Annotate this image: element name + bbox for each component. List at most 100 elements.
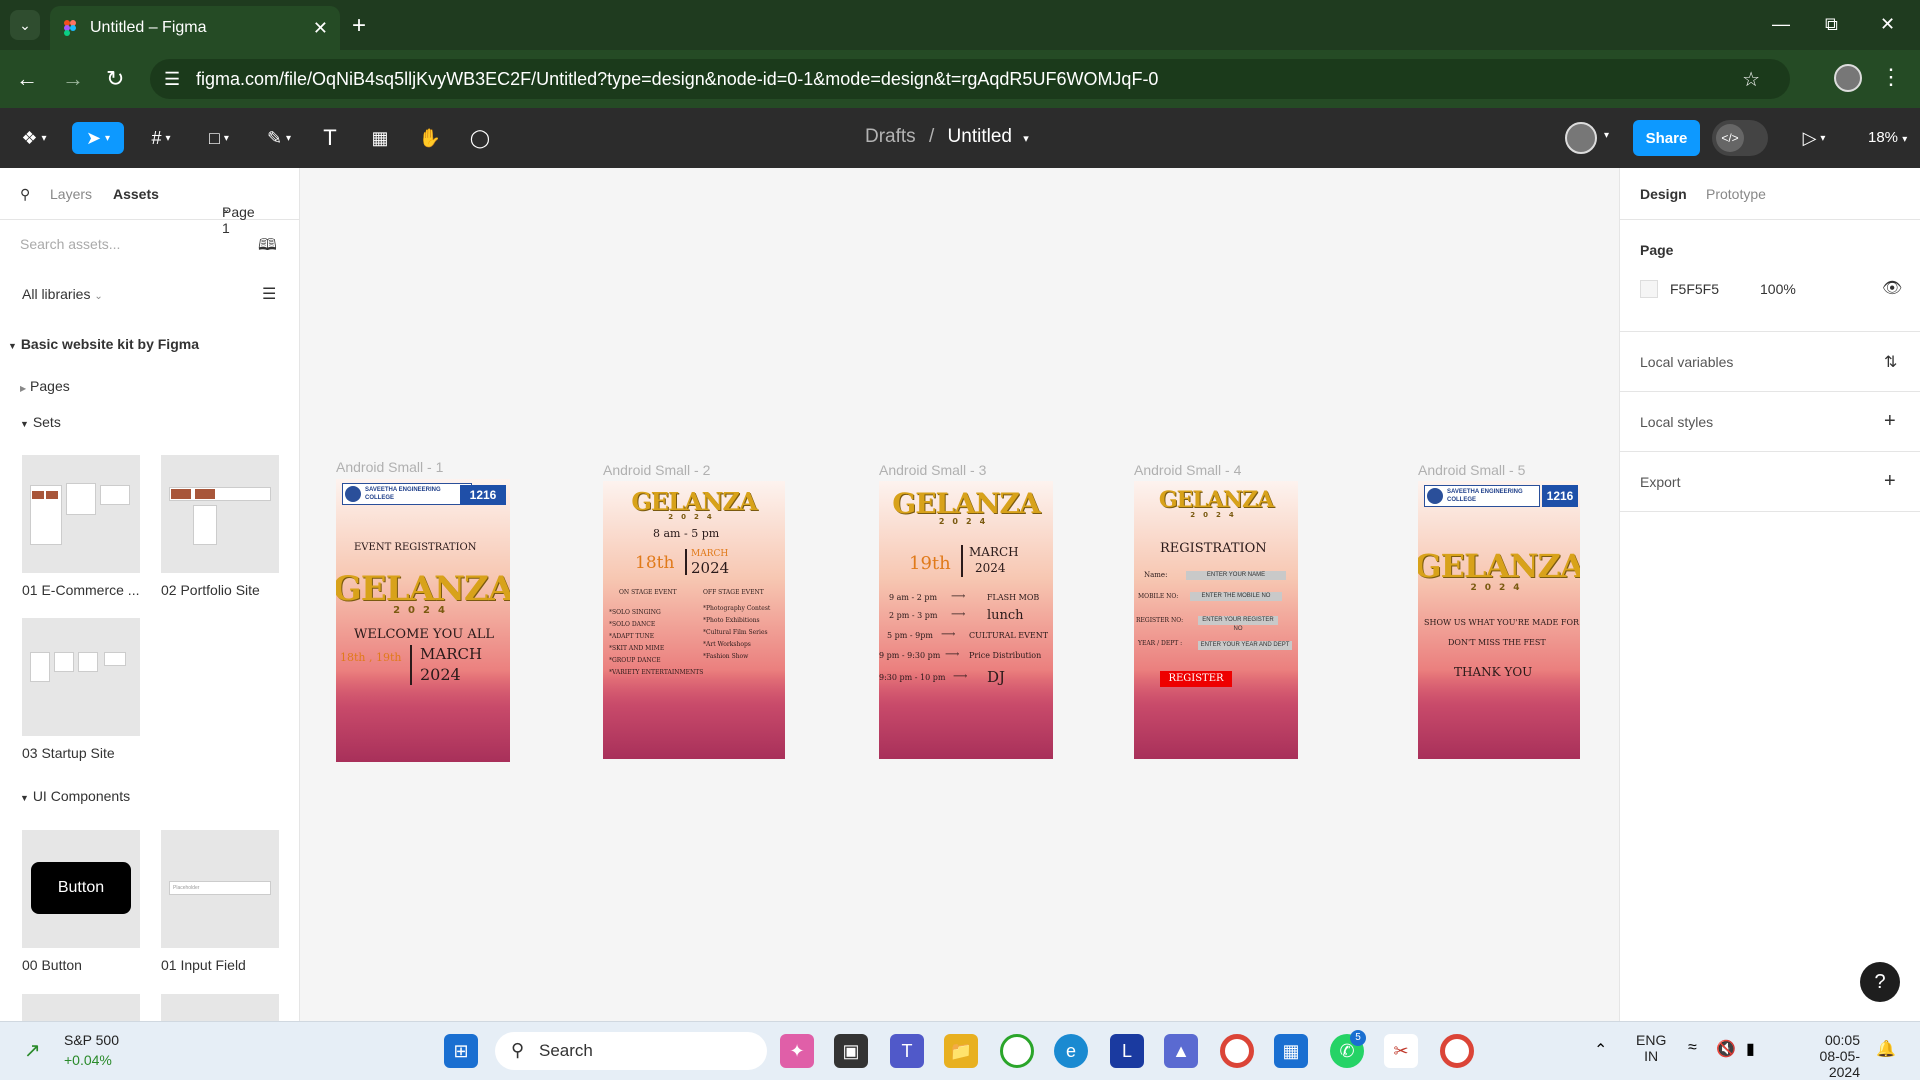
ui-components-section[interactable]: ▼ UI Components [20,788,130,804]
minimize-button[interactable]: — [1772,14,1790,35]
set-thumbnail-portfolio[interactable] [161,455,279,573]
design-canvas[interactable]: Android Small - 1 SAVEETHA ENGINEERING C… [301,168,1619,1021]
tab-assets[interactable]: Assets [113,186,159,202]
url-bar[interactable]: ☰ figma.com/file/OqNiB4sq5lljKvyWB3EC2F/… [150,59,1790,99]
help-button[interactable]: ? [1860,962,1900,1002]
kit-header[interactable]: ▼ Basic website kit by Figma [8,336,199,352]
chrome-icon[interactable] [1220,1034,1254,1068]
pages-section[interactable]: ▶ Pages [20,378,70,394]
forward-button[interactable]: → [62,66,84,92]
present-button[interactable]: ▷ ▾ [1796,122,1832,154]
pen-tool-button[interactable]: ✎ ▾ [258,122,300,154]
user-avatar[interactable] [1565,122,1597,154]
variables-icon[interactable]: ⇅ [1884,352,1897,372]
shape-tool-button[interactable]: □ ▾ [198,122,240,154]
book-icon[interactable]: 🕮 [258,234,277,261]
plus-icon[interactable]: + [1884,410,1896,433]
sets-section[interactable]: ▼ Sets [20,414,61,430]
file-name[interactable]: Untitled [948,126,1012,147]
move-tool-button[interactable]: ➤ ▾ [72,122,124,154]
stock-name[interactable]: S&P 500 [64,1032,119,1048]
poster-frame-5[interactable]: SAVEETHA ENGINEERING COLLEGE 1216 GELANZ… [1418,481,1580,759]
windows-start-icon[interactable]: ⊞ [444,1034,478,1068]
clock[interactable]: 00:05 08-05-2024 [1792,1032,1860,1080]
component-thumbnail-button[interactable]: Button [22,830,140,948]
volume-muted-icon[interactable]: 🔇 [1716,1039,1736,1059]
avatar-chevron-icon[interactable]: ▾ [1604,130,1609,141]
share-button[interactable]: Share [1633,120,1700,156]
copilot-icon[interactable]: ✦ [780,1034,814,1068]
poster-frame-3[interactable]: GELANZA 2024 19th MARCH 2024 9 am - 2 pm… [879,481,1053,759]
zoom-dropdown[interactable]: 18% ▾ [1868,129,1907,146]
l-app-icon[interactable]: L [1110,1034,1144,1068]
back-button[interactable]: ← [16,66,38,92]
reload-button[interactable]: ↻ [106,66,124,92]
libraries-dropdown[interactable]: All libraries ⌄ [22,286,103,302]
breadcrumb-drafts[interactable]: Drafts [865,126,916,147]
frame-label[interactable]: Android Small - 1 [336,459,443,475]
frame-label[interactable]: Android Small - 5 [1418,462,1525,478]
poster-frame-2[interactable]: GELANZA 2024 8 am - 5 pm 18th MARCH 2024… [603,481,785,759]
poster-frame-1[interactable]: SAVEETHA ENGINEERING COLLEGE 1216 EVENT … [336,479,510,762]
search-assets-input[interactable]: Search assets... [20,236,120,252]
arc-app-icon[interactable]: ▲ [1164,1034,1198,1068]
frame-label[interactable]: Android Small - 2 [603,462,710,478]
chrome-profile-icon[interactable] [1440,1034,1474,1068]
list-view-icon[interactable]: ☰ [262,284,276,304]
tab-close-icon[interactable]: ✕ [313,18,328,39]
tab-design[interactable]: Design [1640,186,1687,202]
hand-tool-button[interactable]: ✋ [416,122,444,154]
battery-icon[interactable]: ▮ [1746,1039,1755,1059]
notification-bell-icon[interactable]: 🔔 [1876,1039,1896,1059]
component-thumbnail[interactable] [161,994,279,1021]
edge-icon[interactable]: e [1054,1034,1088,1068]
taskbar-search[interactable]: ⚲ Search [495,1032,767,1070]
plus-icon[interactable]: + [1884,470,1896,493]
show-hidden-icons[interactable]: ⌃ [1594,1040,1607,1060]
component-thumbnail[interactable] [22,994,140,1021]
event-time: 8 am - 5 pm [653,527,720,540]
browser-menu-icon[interactable]: ⋮ [1880,64,1902,90]
site-info-icon[interactable]: ☰ [164,69,180,90]
text-tool-button[interactable]: T [316,122,344,154]
app-circle-icon[interactable] [1000,1034,1034,1068]
task-view-icon[interactable]: ▣ [834,1034,868,1068]
local-variables-row[interactable]: Local variables ⇅ [1620,332,1920,392]
frame-label[interactable]: Android Small - 3 [879,462,986,478]
teams-icon[interactable]: T [890,1034,924,1068]
page-color-swatch[interactable] [1640,280,1658,298]
main-menu-button[interactable]: ❖ ▾ [14,122,54,154]
set-thumbnail-ecommerce[interactable] [22,455,140,573]
eye-icon[interactable]: 👁 [1882,278,1902,298]
language-indicator[interactable]: ENG IN [1636,1032,1666,1064]
logo-year: 2024 [393,605,453,616]
tab-prototype[interactable]: Prototype [1706,186,1766,202]
tab-layers[interactable]: Layers [50,186,92,202]
comment-tool-button[interactable]: ◯ [466,122,494,154]
wifi-icon[interactable]: ≈ [1688,1039,1697,1057]
register-no-field: ENTER YOUR REGISTER NO [1198,616,1278,632]
file-explorer-icon[interactable]: 📁 [944,1034,978,1068]
local-styles-row[interactable]: Local styles + [1620,392,1920,452]
chevron-down-icon[interactable]: ▾ [1023,133,1029,145]
component-thumbnail-input[interactable]: Placeholder [161,830,279,948]
frame-label[interactable]: Android Small - 4 [1134,462,1241,478]
set-thumbnail-startup[interactable] [22,618,140,736]
export-row[interactable]: Export + [1620,452,1920,512]
new-tab-button[interactable]: + [352,12,366,40]
maximize-button[interactable]: ⧉ [1825,14,1838,35]
frame-tool-button[interactable]: # ▾ [140,122,182,154]
dev-mode-toggle[interactable]: </> [1712,120,1768,156]
page-color-value[interactable]: F5F5F5 [1670,281,1719,297]
tab-search-button[interactable]: ⌄ [10,10,40,40]
poster-frame-4[interactable]: GELANZA 2024 REGISTRATION Name: ENTER YO… [1134,481,1298,759]
browser-tab[interactable]: Untitled – Figma ✕ [50,6,340,50]
resources-button[interactable]: ▦ [366,122,394,154]
browser-profile-avatar[interactable] [1834,64,1862,92]
snipping-tool-icon[interactable]: ✂ [1384,1034,1418,1068]
bookmark-star-icon[interactable]: ☆ [1742,67,1760,92]
search-icon[interactable]: ⚲ [20,186,30,203]
microsoft-store-icon[interactable]: ▦ [1274,1034,1308,1068]
close-window-button[interactable]: ✕ [1880,14,1895,35]
page-opacity-value[interactable]: 100% [1760,281,1796,297]
